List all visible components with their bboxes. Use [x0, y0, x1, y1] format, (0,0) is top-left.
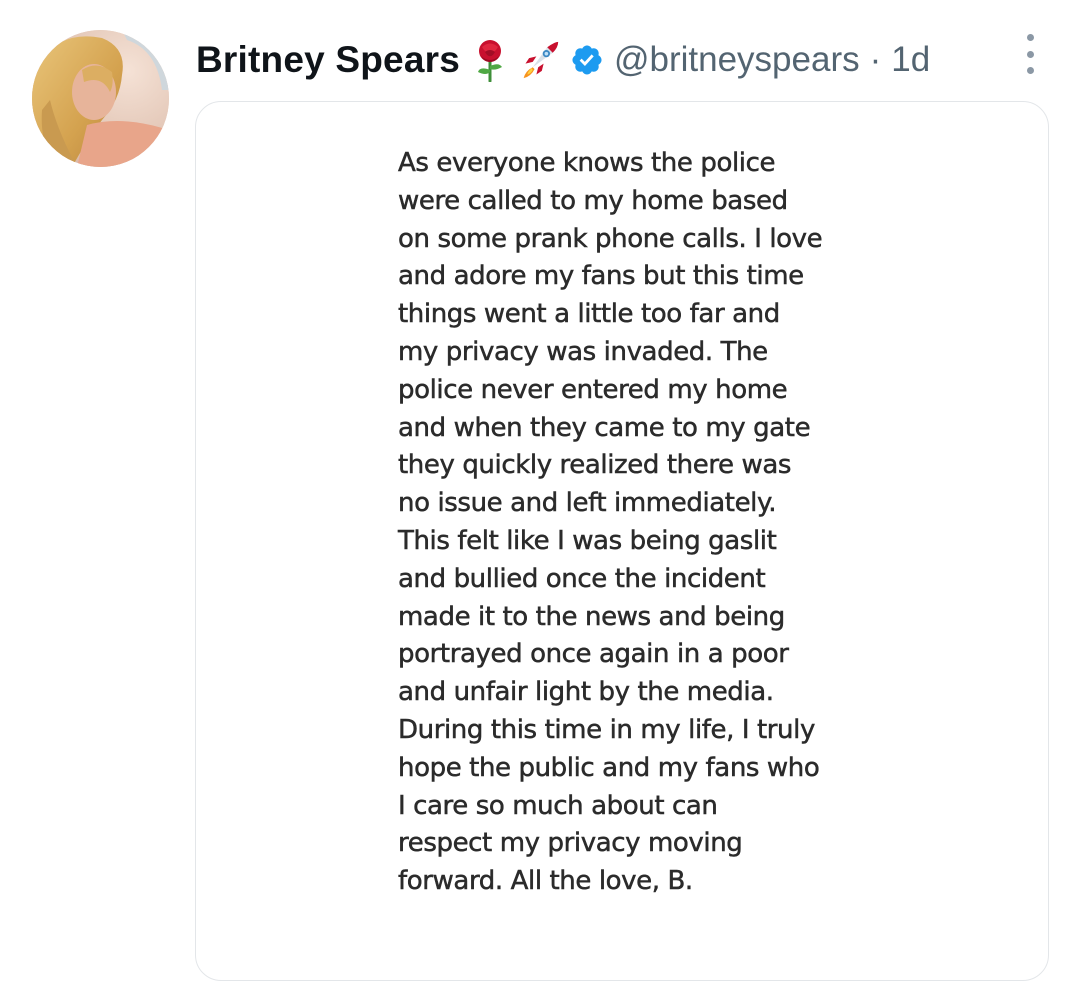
- note-line: and unfair light by the media.: [398, 677, 775, 708]
- dot: [1026, 34, 1034, 41]
- note-line: hope the public and my fans who: [398, 752, 820, 783]
- dot: [1026, 67, 1034, 74]
- display-name[interactable]: Britney Spears: [196, 39, 460, 81]
- more-options-icon[interactable]: [1018, 34, 1042, 74]
- note-line: As everyone knows the police: [398, 148, 776, 178]
- dot: [1026, 50, 1034, 58]
- user-handle[interactable]: @britneyspears: [614, 40, 860, 80]
- tweet-header: Britney Spears @britneyspears · 1d: [196, 32, 930, 88]
- note-line: During this time in my life, I truly: [398, 714, 816, 745]
- note-line: my privacy was invaded. The: [398, 336, 769, 367]
- note-line: This felt like I was being gaslit: [398, 525, 777, 556]
- note-line: and when they came to my gate: [398, 412, 811, 443]
- note-line: respect my privacy moving: [398, 828, 743, 859]
- note-line: no issue and left immediately.: [398, 488, 777, 519]
- notes-screenshot-text: As everyone knows the police were called…: [398, 145, 918, 901]
- note-line: they quickly realized there was: [398, 450, 792, 481]
- rocket-icon: [520, 38, 560, 82]
- note-line: I care so much about can: [398, 790, 718, 821]
- note-line: and adore my fans but this time: [398, 261, 805, 292]
- verified-badge-icon[interactable]: [570, 43, 604, 77]
- note-line: portrayed once again in a poor: [398, 639, 789, 670]
- rose-icon: [470, 38, 510, 82]
- avatar-photo: [32, 30, 169, 167]
- timestamp[interactable]: 1d: [891, 40, 930, 80]
- note-line: things went a little too far and: [398, 299, 781, 330]
- note-line: and bullied once the incident: [398, 563, 766, 594]
- note-line: on some prank phone calls. I love: [398, 223, 823, 254]
- separator-dot: ·: [869, 40, 882, 79]
- note-line: police never entered my home: [398, 374, 788, 405]
- note-line: made it to the news and being: [398, 601, 786, 632]
- tweet-media-image[interactable]: As everyone knows the police were called…: [195, 101, 1049, 981]
- note-line: were called to my home based: [398, 185, 789, 216]
- avatar[interactable]: [32, 30, 169, 167]
- note-line: forward. All the love, B.: [398, 866, 694, 897]
